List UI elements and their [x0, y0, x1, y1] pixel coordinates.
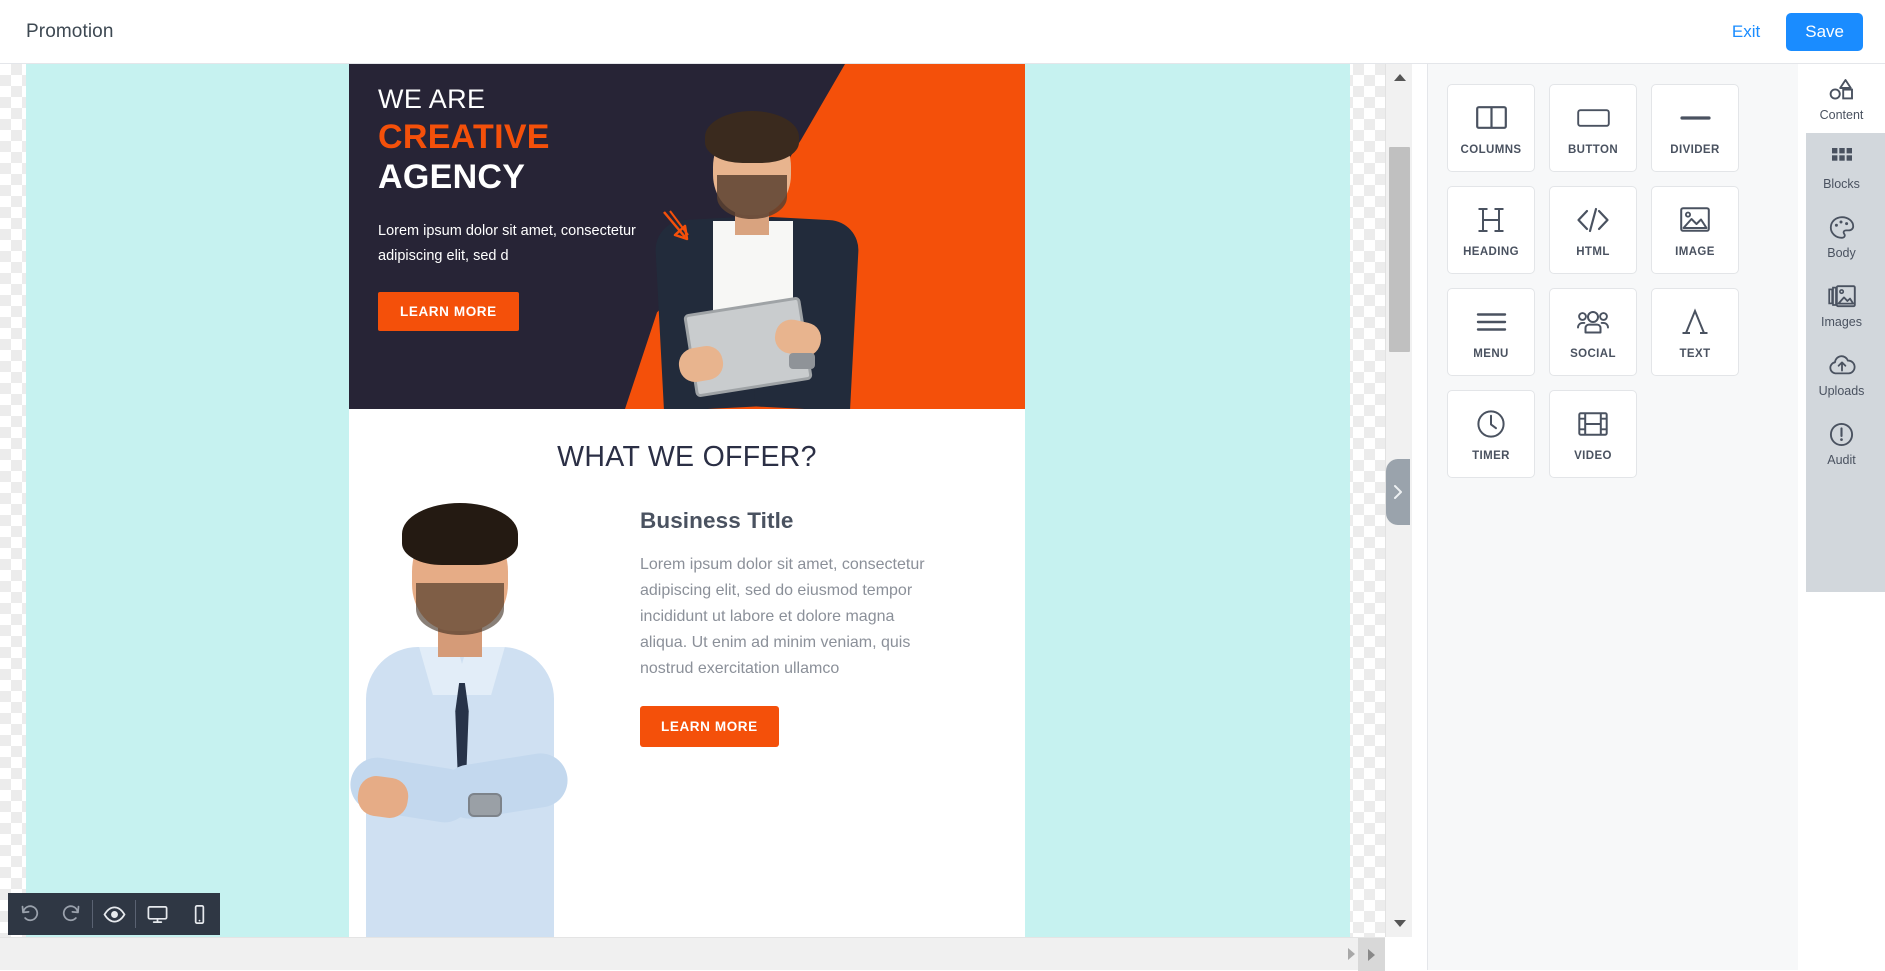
block-label: VIDEO — [1574, 449, 1612, 462]
horizontal-scroll-thumb[interactable] — [0, 941, 1300, 967]
redo-button[interactable] — [50, 893, 92, 935]
block-button[interactable]: BUTTON — [1549, 84, 1637, 172]
tab-audit[interactable]: Audit — [1798, 409, 1885, 478]
tab-label: Images — [1821, 315, 1862, 329]
offer-columns-row: Business Title Lorem ipsum dolor sit ame… — [349, 501, 1025, 937]
business-paragraph: Lorem ipsum dolor sit amet, consectetur … — [640, 556, 925, 677]
hero-line-2: CREATIVE — [378, 117, 550, 156]
top-bar: Promotion Exit Save — [0, 0, 1885, 64]
tab-uploads[interactable]: Uploads — [1798, 340, 1885, 409]
vertical-scroll-thumb[interactable] — [1389, 147, 1410, 352]
hero-photo — [649, 109, 899, 409]
clock-icon — [1476, 407, 1506, 441]
button-icon — [1576, 101, 1610, 135]
save-button[interactable]: Save — [1786, 12, 1863, 51]
offer-photo — [349, 501, 634, 937]
desktop-view-button[interactable] — [136, 893, 178, 935]
block-label: HTML — [1576, 245, 1610, 258]
tab-body[interactable]: Body — [1798, 202, 1885, 271]
block-timer[interactable]: TIMER — [1447, 390, 1535, 478]
hero-subtext: Lorem ipsum dolor sit amet, consectetur … — [378, 222, 636, 265]
scroll-down-button[interactable] — [1386, 910, 1413, 937]
editor-tab-strip: Content Blocks Body Images Uploads Audit — [1798, 64, 1885, 970]
hero-line-3: AGENCY — [378, 157, 526, 196]
hero-block[interactable]: WE ARE CREATIVE AGENCY Lorem ipsum dolor… — [349, 64, 1025, 409]
panel-collapse-handle[interactable] — [1386, 459, 1410, 525]
scroll-right-button[interactable] — [1358, 938, 1385, 971]
block-menu[interactable]: MENU — [1447, 288, 1535, 376]
shapes-icon — [1828, 75, 1856, 103]
offer-text-column[interactable]: Business Title Lorem ipsum dolor sit ame… — [640, 508, 940, 747]
undo-button[interactable] — [8, 893, 50, 935]
hero-text-group[interactable]: WE ARE CREATIVE AGENCY Lorem ipsum dolor… — [378, 82, 638, 331]
business-title: Business Title — [640, 508, 794, 533]
palette-icon — [1829, 213, 1855, 241]
hero-line-1: WE ARE — [378, 84, 486, 114]
block-social[interactable]: SOCIAL — [1549, 288, 1637, 376]
block-html[interactable]: HTML — [1549, 186, 1637, 274]
block-label: COLUMNS — [1460, 143, 1522, 156]
columns-icon — [1475, 101, 1507, 135]
preview-button[interactable] — [93, 893, 135, 935]
block-label: TIMER — [1472, 449, 1510, 462]
editor-toolbar — [8, 893, 220, 935]
grid-icon — [1830, 144, 1854, 172]
photos-icon — [1827, 282, 1856, 310]
undo-icon — [21, 904, 38, 921]
divider-icon — [1679, 101, 1711, 135]
desktop-icon — [147, 905, 167, 923]
eye-icon — [103, 906, 125, 922]
people-icon — [1576, 305, 1610, 339]
tab-label: Blocks — [1823, 177, 1860, 191]
alert-icon — [1829, 420, 1854, 448]
block-label: MENU — [1473, 347, 1509, 360]
block-image[interactable]: IMAGE — [1651, 186, 1739, 274]
tab-label: Content — [1819, 108, 1864, 122]
tab-label: Body — [1827, 246, 1856, 260]
scroll-up-button[interactable] — [1386, 64, 1413, 91]
hero-learn-more-button[interactable]: LEARN MORE — [378, 291, 519, 331]
tab-images[interactable]: Images — [1798, 271, 1885, 340]
offer-heading: WHAT WE OFFER? — [557, 441, 817, 473]
heading-icon — [1476, 203, 1506, 237]
block-video[interactable]: VIDEO — [1549, 390, 1637, 478]
image-icon — [1680, 203, 1710, 237]
code-icon — [1576, 203, 1610, 237]
page-title: Promotion — [26, 20, 114, 42]
redo-icon — [62, 904, 79, 921]
menu-icon — [1476, 305, 1507, 339]
film-icon — [1578, 407, 1608, 441]
block-label: SOCIAL — [1570, 347, 1616, 360]
tab-content[interactable]: Content — [1798, 64, 1885, 133]
block-label: BUTTON — [1567, 143, 1619, 156]
offer-block[interactable]: WHAT WE OFFER? Business Title Lorem ipsu… — [349, 409, 1025, 937]
mobile-view-button[interactable] — [178, 893, 220, 935]
exit-button[interactable]: Exit — [1732, 22, 1760, 42]
canvas-horizontal-scrollbar[interactable] — [0, 937, 1385, 971]
block-text[interactable]: TEXT — [1651, 288, 1739, 376]
offer-learn-more-button[interactable]: LEARN MORE — [640, 705, 779, 747]
workspace: WE ARE CREATIVE AGENCY Lorem ipsum dolor… — [0, 64, 1885, 971]
block-heading[interactable]: HEADING — [1447, 186, 1535, 274]
mobile-icon — [194, 904, 204, 924]
block-columns[interactable]: COLUMNS — [1447, 84, 1535, 172]
tab-label: Audit — [1827, 453, 1856, 467]
tab-blocks[interactable]: Blocks — [1798, 133, 1885, 202]
top-bar-actions: Exit Save — [1732, 12, 1863, 51]
tab-label: Uploads — [1818, 384, 1865, 398]
block-label: HEADING — [1463, 245, 1519, 258]
text-icon — [1681, 305, 1709, 339]
scroll-right-hint-icon — [1348, 948, 1355, 960]
block-label: DIVIDER — [1670, 143, 1720, 156]
blocks-grid: COLUMNS BUTTON DIVIDER HEADING HTML IMAG… — [1428, 64, 1798, 478]
block-label: TEXT — [1679, 347, 1711, 360]
block-label: IMAGE — [1675, 245, 1715, 258]
content-blocks-panel: COLUMNS BUTTON DIVIDER HEADING HTML IMAG… — [1427, 64, 1798, 970]
upload-icon — [1828, 351, 1856, 379]
email-content-column[interactable]: WE ARE CREATIVE AGENCY Lorem ipsum dolor… — [349, 64, 1025, 937]
block-divider[interactable]: DIVIDER — [1651, 84, 1739, 172]
arrow-icon — [661, 209, 695, 245]
